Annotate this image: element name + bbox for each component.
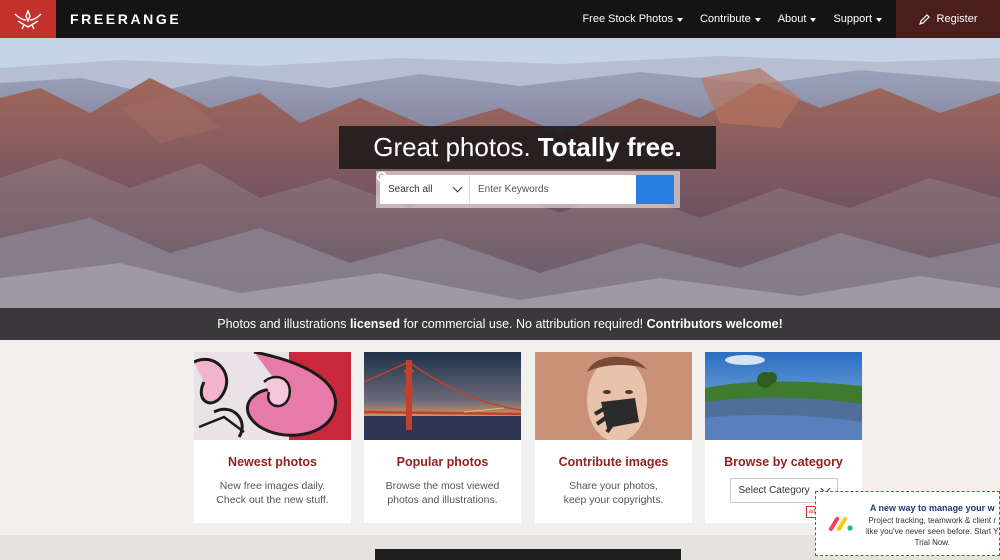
hero-headline: Great photos. Totally free.	[339, 126, 716, 169]
card-contribute-images[interactable]: Contribute images Share your photos, kee…	[535, 352, 692, 523]
nav-item-label: About	[777, 13, 807, 25]
logo[interactable]	[0, 0, 56, 38]
card-title: Newest photos	[228, 455, 317, 469]
card-desc-line: keep your copyrights.	[563, 494, 664, 506]
card-desc-line: Browse the most viewed	[385, 480, 500, 492]
tagline-part: Photos and illustrations	[217, 317, 350, 331]
tagline-part: for commercial use. No attribution requi…	[399, 317, 647, 331]
card-title: Contribute images	[558, 455, 669, 469]
tagline-text: Photos and illustrations licensed for co…	[217, 317, 783, 331]
painted-face-image	[535, 352, 692, 440]
caret-down-icon	[876, 17, 882, 22]
featured-banner-tab	[375, 549, 681, 560]
card-title: Popular photos	[396, 455, 489, 469]
register-button[interactable]: Register	[896, 0, 1000, 38]
nav-item-label: Contribute	[699, 13, 751, 25]
search-input[interactable]	[470, 175, 636, 204]
monday-logo	[816, 492, 865, 555]
card-newest-photos[interactable]: Newest photos New free images daily. Che…	[194, 352, 351, 523]
headline-bold: Totally free.	[537, 132, 682, 162]
tagline-bold: licensed	[349, 317, 400, 331]
card-desc-line: photos and illustrations.	[387, 494, 498, 506]
card-title: Browse by category	[724, 455, 843, 469]
brand-name[interactable]: FREERANGE	[70, 11, 181, 27]
nav-free-stock-photos[interactable]: Free Stock Photos	[582, 13, 683, 25]
top-nav: FREERANGE Free Stock Photos Contribute A…	[0, 0, 1000, 38]
graffiti-image	[194, 352, 351, 440]
caret-down-icon	[754, 17, 761, 22]
ad-title: A new way to manage your w	[869, 503, 995, 513]
advertisement[interactable]: A new way to manage your w Project track…	[815, 491, 1000, 556]
ad-line: Trial Now.	[914, 538, 950, 547]
search-scope-label: Search all	[388, 184, 433, 195]
nav-support[interactable]: Support	[833, 13, 882, 25]
tagline-bar: Photos and illustrations licensed for co…	[0, 308, 1000, 340]
search-icon	[376, 171, 390, 185]
ad-text: A new way to manage your w Project track…	[865, 492, 999, 555]
card-desc-line: Share your photos,	[569, 480, 658, 492]
bird-logo-icon	[14, 9, 42, 30]
card-desc-line: New free images daily.	[219, 480, 326, 492]
card-popular-photos[interactable]: Popular photos Browse the most viewed ph…	[364, 352, 521, 523]
ad-body: Project tracking, teamwork & client r li…	[865, 515, 999, 548]
register-label: Register	[936, 13, 978, 25]
search-button[interactable]	[376, 171, 674, 204]
card-description: New free images daily. Check out the new…	[194, 479, 351, 507]
caret-down-icon	[810, 17, 817, 22]
nav-contribute[interactable]: Contribute	[700, 13, 761, 25]
field-landscape-image	[705, 352, 862, 440]
brand-logo-icon	[828, 516, 853, 531]
card-description: Share your photos, keep your copyrights.	[535, 479, 692, 507]
search-scope-select[interactable]: Search all	[380, 175, 470, 204]
nav-about[interactable]: About	[778, 13, 817, 25]
hero-banner: Great photos. Totally free. Search all P…	[0, 38, 1000, 340]
tagline-bold: Contributors welcome!	[646, 317, 783, 331]
category-select-label: Select Category	[738, 485, 810, 496]
card-desc-line: Check out the new stuff.	[216, 494, 329, 506]
pencil-icon	[918, 13, 930, 25]
card-description: Browse the most viewed photos and illust…	[364, 479, 521, 507]
nav-item-label: Support	[833, 13, 872, 25]
chevron-down-icon	[452, 182, 463, 193]
headline-regular: Great photos.	[373, 132, 531, 162]
search-bar: Search all	[376, 171, 680, 208]
nav-item-label: Free Stock Photos	[582, 13, 673, 25]
golden-gate-image	[364, 352, 521, 440]
ad-line: like you've never seen before. Start Y	[865, 527, 999, 536]
ad-line: Project tracking, teamwork & client r	[868, 516, 997, 525]
caret-down-icon	[676, 17, 683, 22]
main-menu: Free Stock Photos Contribute About Suppo…	[582, 0, 882, 38]
